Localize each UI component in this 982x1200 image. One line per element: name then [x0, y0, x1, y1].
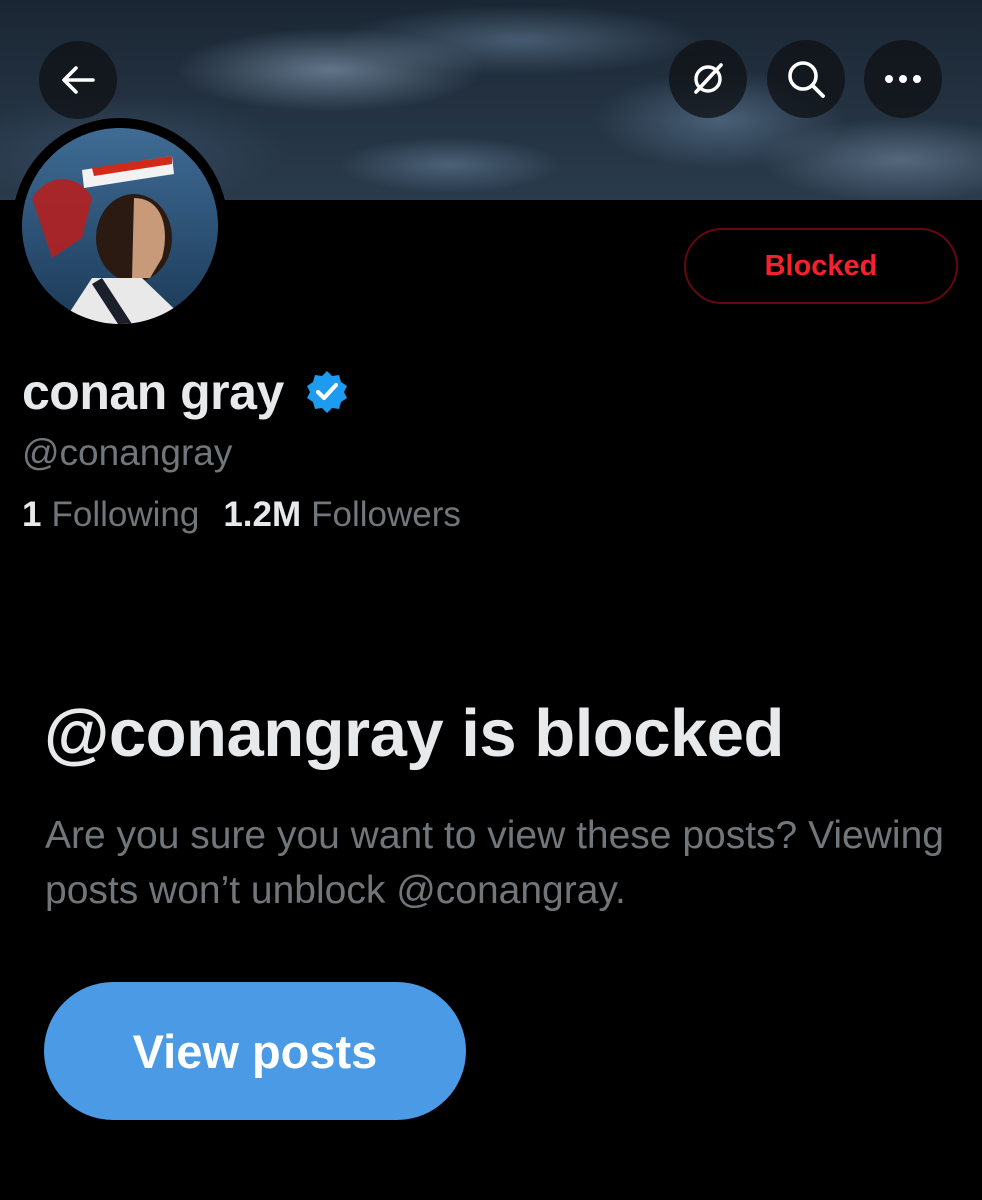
followers-label: Followers [311, 495, 461, 534]
search-icon [785, 58, 827, 100]
blocked-notice-title: @conangray is blocked [44, 696, 784, 771]
following-link[interactable]: 1 Following [22, 495, 199, 535]
grok-button[interactable] [669, 40, 747, 118]
view-posts-label: View posts [132, 1024, 378, 1078]
following-count: 1 [22, 495, 42, 534]
search-button[interactable] [767, 40, 845, 118]
following-label: Following [51, 495, 200, 534]
followers-count: 1.2M [223, 495, 302, 534]
more-button[interactable] [864, 40, 942, 118]
verified-badge-icon[interactable] [304, 369, 350, 415]
blocked-button[interactable]: Blocked [684, 228, 958, 304]
profile-name-row: conan gray [22, 362, 350, 422]
blocked-button-label: Blocked [764, 249, 878, 282]
view-posts-button[interactable]: View posts [44, 982, 466, 1120]
arrow-left-icon [61, 65, 95, 95]
avatar[interactable] [22, 128, 218, 324]
followers-link[interactable]: 1.2M Followers [223, 495, 461, 535]
blocked-notice-message: Are you sure you want to view these post… [45, 814, 944, 912]
more-horizontal-icon [884, 74, 922, 84]
grok-icon [688, 59, 728, 99]
back-button[interactable] [39, 41, 117, 119]
profile-handle: @conangray [22, 432, 233, 473]
follow-stats: 1 Following 1.2M Followers [22, 495, 461, 535]
display-name: conan gray [22, 364, 284, 420]
